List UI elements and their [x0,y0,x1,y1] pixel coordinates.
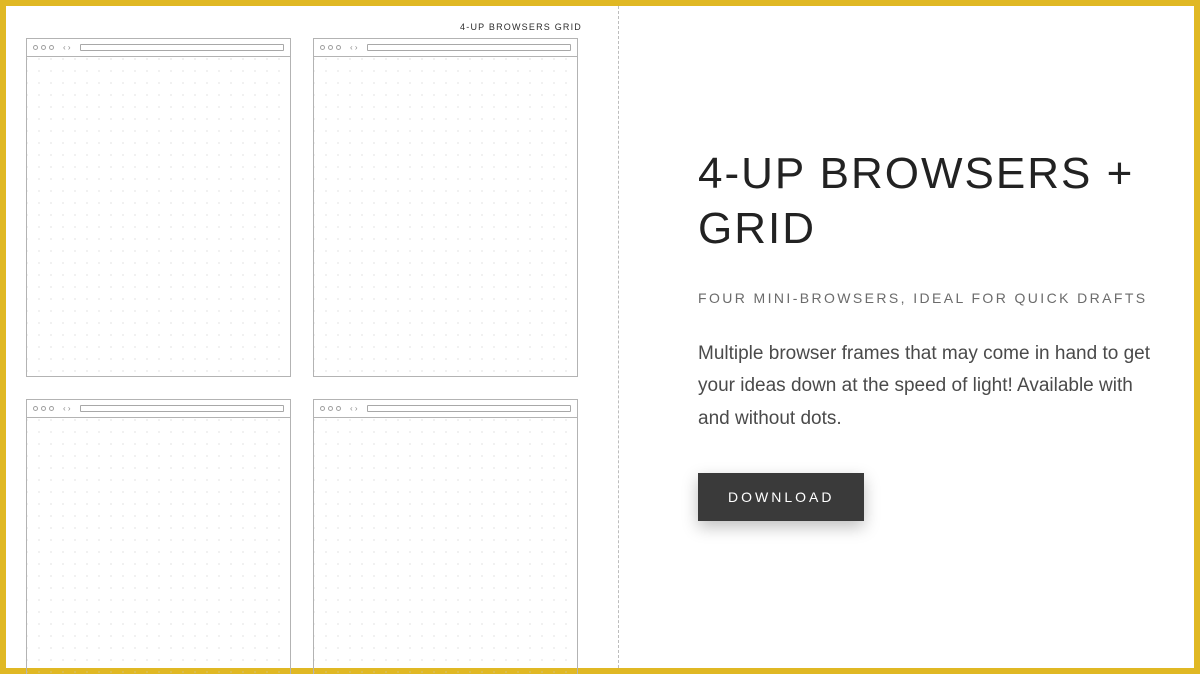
address-bar [367,405,571,412]
product-subtitle: FOUR MINI-BROWSERS, IDEAL FOR QUICK DRAF… [698,290,1164,306]
window-dots-icon [320,406,341,411]
browser-toolbar: ‹ › [27,39,290,57]
nav-arrows-icon: ‹ › [350,405,358,413]
product-title: 4-UP BROWSERS + GRID [698,146,1164,256]
mini-browser: ‹ › [313,399,578,674]
nav-arrows-icon: ‹ › [63,405,71,413]
browser-grid: ‹ › ‹ › ‹ › [26,38,578,674]
browser-toolbar: ‹ › [314,400,577,418]
address-bar [367,44,571,51]
sheet-label: 4-UP BROWSERS GRID [460,22,582,32]
window-dots-icon [33,45,54,50]
mini-browser: ‹ › [313,38,578,377]
nav-arrows-icon: ‹ › [63,44,71,52]
product-info: 4-UP BROWSERS + GRID FOUR MINI-BROWSERS,… [606,6,1194,668]
window-dots-icon [33,406,54,411]
template-preview: 4-UP BROWSERS GRID ‹ › ‹ › [6,6,606,668]
mini-browser: ‹ › [26,399,291,674]
address-bar [80,405,284,412]
download-button[interactable]: DOWNLOAD [698,473,864,521]
mini-browser: ‹ › [26,38,291,377]
browser-toolbar: ‹ › [314,39,577,57]
page-frame: 4-UP BROWSERS GRID ‹ › ‹ › [0,0,1200,674]
nav-arrows-icon: ‹ › [350,44,358,52]
vertical-divider [618,6,619,668]
browser-toolbar: ‹ › [27,400,290,418]
window-dots-icon [320,45,341,50]
product-description: Multiple browser frames that may come in… [698,338,1164,435]
address-bar [80,44,284,51]
